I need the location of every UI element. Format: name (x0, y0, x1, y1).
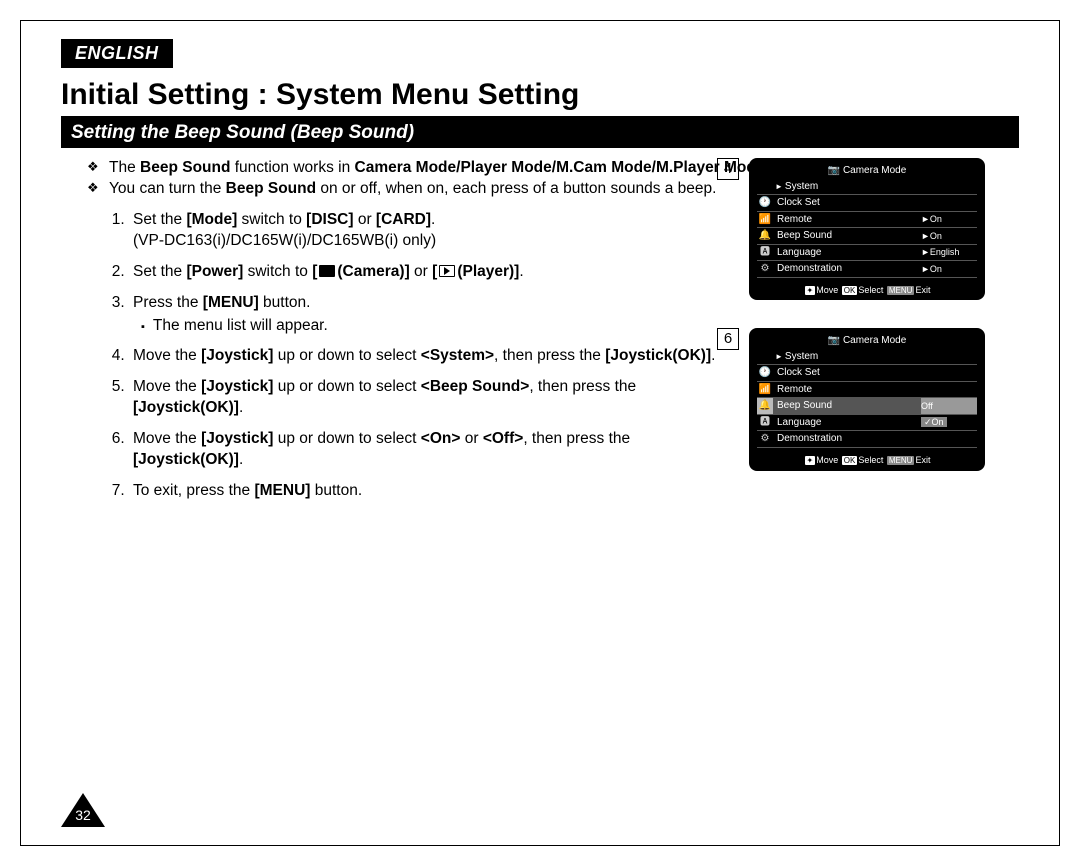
content-block: The Beep Sound function works in Camera … (61, 158, 1019, 502)
menu-icon: MENU (887, 286, 915, 295)
lcd6-highlight: ►System (757, 350, 977, 365)
camera-icon: 📷 (828, 165, 840, 176)
move-icon: ✦ (805, 456, 816, 465)
screen-4-step: 4 (717, 158, 739, 180)
lcd-screen-6: 📷 Camera Mode ►System 🕐Clock Set 📶Remote… (749, 328, 985, 470)
steps-list: Set the [Mode] switch to [DISC] or [CARD… (61, 210, 781, 502)
move-icon: ✦ (805, 286, 816, 295)
camera-icon (319, 265, 335, 277)
ok-icon: OK (842, 456, 858, 465)
ok-icon: OK (842, 286, 858, 295)
screen-4-wrap: 4 📷 Camera Mode ►System 🕐Clock Set 📶Remo… (749, 158, 1009, 300)
step-6: Move the [Joystick] up or down to select… (129, 429, 781, 471)
lcd4-highlight: ►System (757, 180, 977, 195)
screen-6-wrap: 6 📷 Camera Mode ►System 🕐Clock Set 📶Remo… (749, 328, 1009, 470)
section-heading: Setting the Beep Sound (Beep Sound) (61, 118, 1019, 148)
lcd-screen-4: 📷 Camera Mode ►System 🕐Clock Set 📶Remote… (749, 158, 985, 300)
step-2: Set the [Power] switch to [(Camera)] or … (129, 262, 781, 283)
lcd6-title: 📷 Camera Mode (757, 334, 977, 348)
camera-icon: 📷 (828, 335, 840, 346)
lcd4-footer: ✦Move OKSelect MENUExit (757, 284, 977, 297)
menu-icon: MENU (887, 456, 915, 465)
step-3-sub: The menu list will appear. (137, 316, 781, 337)
page-title: Initial Setting : System Menu Setting (61, 78, 1059, 112)
lcd4-menu: 🕐Clock Set 📶Remote►On 🔔Beep Sound►On 🅰La… (757, 194, 977, 278)
language-tab: ENGLISH (61, 39, 173, 68)
player-icon (439, 265, 455, 277)
page-frame: ENGLISH Initial Setting : System Menu Se… (20, 20, 1060, 846)
step-3: Press the [MENU] button. The menu list w… (129, 293, 781, 337)
step-5: Move the [Joystick] up or down to select… (129, 377, 781, 419)
lcd6-footer: ✦Move OKSelect MENUExit (757, 454, 977, 467)
step-4: Move the [Joystick] up or down to select… (129, 346, 781, 367)
lcd6-menu: 🕐Clock Set 📶Remote 🔔Beep SoundOff 🅰Langu… (757, 364, 977, 448)
step-1-note: (VP-DC163(i)/DC165W(i)/DC165WB(i) only) (133, 232, 436, 249)
page-number: 32 (61, 807, 105, 823)
screen-6-step: 6 (717, 328, 739, 350)
step-1: Set the [Mode] switch to [DISC] or [CARD… (129, 210, 781, 252)
step-7: To exit, press the [MENU] button. (129, 481, 781, 502)
lcd-screens: 4 📷 Camera Mode ►System 🕐Clock Set 📶Remo… (749, 158, 1009, 499)
lcd4-title: 📷 Camera Mode (757, 164, 977, 178)
